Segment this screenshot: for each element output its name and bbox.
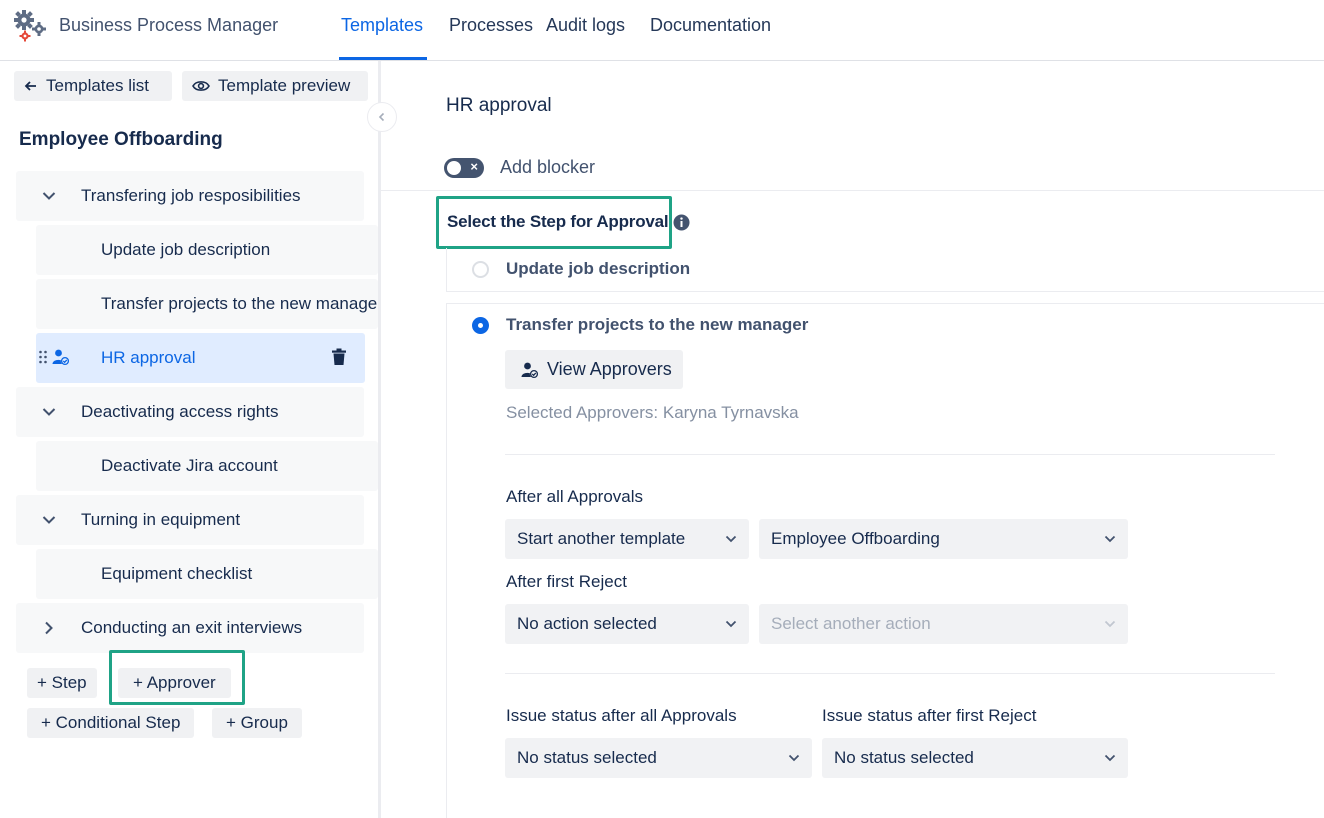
chevron-down-icon: [1104, 754, 1116, 762]
trash-icon[interactable]: [331, 348, 347, 371]
divider: [505, 673, 1275, 674]
issue-status-after-reject-select[interactable]: No status selected: [822, 738, 1128, 778]
highlight-select-step-box: [436, 196, 672, 249]
info-icon[interactable]: [673, 214, 690, 236]
tab-templates[interactable]: Templates: [341, 15, 423, 36]
app-title: Business Process Manager: [59, 15, 279, 35]
select-value: No action selected: [517, 614, 657, 633]
tree-step-update-job-description[interactable]: Update job description: [36, 225, 378, 275]
templates-list-button[interactable]: Templates list: [14, 71, 172, 101]
tab-documentation[interactable]: Documentation: [650, 15, 771, 36]
chevron-left-icon: [377, 110, 387, 125]
after-all-template-select[interactable]: Employee Offboarding: [759, 519, 1128, 559]
template-preview-button[interactable]: Template preview: [182, 71, 368, 101]
select-value: Employee Offboarding: [771, 529, 940, 548]
step-option-label: Transfer projects to the new manager: [506, 315, 809, 334]
drag-handle-icon[interactable]: [38, 349, 48, 368]
tree-group-exit-interviews[interactable]: Conducting an exit interviews: [16, 603, 364, 653]
radio-button-selected[interactable]: [472, 317, 489, 334]
tree-step-label: Update job description: [101, 240, 271, 259]
tree-group-label: Transfering job resposibilities: [81, 186, 301, 205]
select-value: No status selected: [517, 748, 657, 767]
tree-group-label: Deactivating access rights: [81, 402, 279, 421]
issue-status-after-all-label: Issue status after all Approvals: [506, 706, 737, 725]
tree-group-deactivating-access[interactable]: Deactivating access rights: [16, 387, 364, 437]
after-first-reject-label: After first Reject: [506, 572, 627, 591]
chevron-down-icon: [788, 754, 800, 762]
top-navigation-bar: Business Process Manager Templates Proce…: [0, 0, 1324, 61]
chevron-down-icon: [725, 535, 737, 543]
chevron-right-icon[interactable]: [16, 621, 81, 635]
tree-step-label: Transfer projects to the new manager: [101, 294, 378, 313]
templates-list-label: Templates list: [46, 76, 149, 95]
toggle-knob: [447, 161, 461, 175]
step-option-update-job[interactable]: Update job description: [446, 248, 1324, 292]
tree-group-label: Conducting an exit interviews: [81, 618, 303, 637]
approval-title: HR approval: [446, 95, 552, 116]
active-tab-indicator: [339, 57, 427, 60]
tree-approval-label: HR approval: [101, 348, 196, 367]
tree-step-deactivate-jira[interactable]: Deactivate Jira account: [36, 441, 378, 491]
select-value: Start another template: [517, 529, 686, 548]
tree-group-label: Turning in equipment: [81, 510, 241, 529]
collapse-sidebar-button[interactable]: [367, 102, 397, 132]
selected-approvers-text: Selected Approvers: Karyna Tyrnavska: [506, 403, 799, 422]
divider: [381, 190, 1324, 191]
chevron-down-icon: [1104, 535, 1116, 543]
tree-group-transfering-job[interactable]: Transfering job resposibilities: [16, 171, 364, 221]
close-icon: ×: [470, 159, 478, 174]
tree-step-label: Deactivate Jira account: [101, 456, 278, 475]
add-step-button[interactable]: + Step: [27, 668, 97, 698]
chevron-down-icon[interactable]: [16, 515, 81, 525]
chevron-down-icon[interactable]: [16, 191, 81, 201]
sidebar-resize-handle[interactable]: [378, 61, 381, 818]
radio-button[interactable]: [472, 261, 489, 278]
highlight-approver-box: [109, 650, 245, 705]
after-all-approvals-label: After all Approvals: [506, 487, 644, 506]
after-reject-another-action-select: Select another action: [759, 604, 1128, 644]
issue-status-after-all-select[interactable]: No status selected: [505, 738, 812, 778]
template-name-heading: Employee Offboarding: [19, 129, 223, 150]
tab-audit-logs[interactable]: Audit logs: [546, 15, 625, 36]
divider: [505, 454, 1275, 455]
select-value: No status selected: [834, 748, 974, 767]
add-conditional-step-button[interactable]: + Conditional Step: [27, 708, 195, 738]
tree-approval-hr-approval[interactable]: HR approval: [36, 333, 365, 383]
chevron-down-icon[interactable]: [16, 407, 81, 417]
user-check-icon: [52, 348, 70, 371]
view-approvers-label: View Approvers: [547, 359, 672, 379]
tree-step-transfer-projects[interactable]: Transfer projects to the new manager: [36, 279, 378, 329]
after-reject-action-select[interactable]: No action selected: [505, 604, 749, 644]
user-check-icon: [521, 361, 539, 379]
chevron-down-icon: [1104, 620, 1116, 628]
gears-logo-icon: [12, 9, 48, 43]
chevron-down-icon: [725, 620, 737, 628]
tree-group-turning-in-equipment[interactable]: Turning in equipment: [16, 495, 364, 545]
select-placeholder: Select another action: [771, 614, 931, 633]
view-approvers-button[interactable]: View Approvers: [505, 350, 683, 389]
template-preview-label: Template preview: [218, 76, 351, 95]
tree-step-equipment-checklist[interactable]: Equipment checklist: [36, 549, 378, 599]
arrow-left-icon: [24, 79, 38, 93]
tab-processes[interactable]: Processes: [449, 15, 533, 36]
add-blocker-toggle[interactable]: ×: [444, 158, 484, 178]
step-option-label: Update job description: [506, 259, 691, 278]
add-blocker-label: Add blocker: [500, 157, 596, 177]
add-group-button[interactable]: + Group: [212, 708, 302, 738]
after-all-action-select[interactable]: Start another template: [505, 519, 749, 559]
tree-step-label: Equipment checklist: [101, 564, 253, 583]
eye-icon: [192, 79, 210, 93]
issue-status-after-reject-label: Issue status after first Reject: [822, 706, 1037, 725]
